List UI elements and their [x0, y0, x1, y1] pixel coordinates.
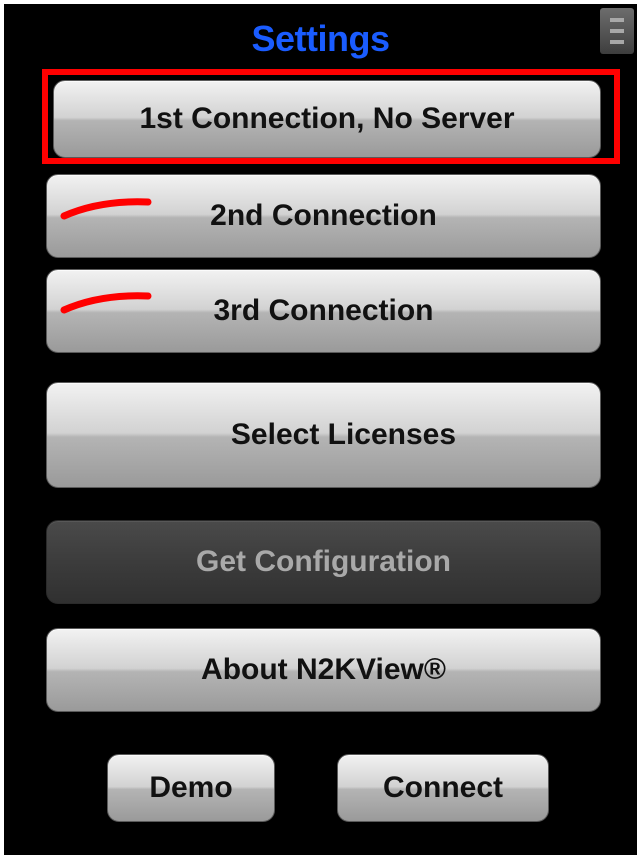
menu-line [610, 29, 624, 33]
settings-screen: Settings 1st Connection, No Server 2nd C… [4, 4, 637, 855]
get-configuration-label: Get Configuration [196, 545, 451, 578]
about-label: About N2KView® [201, 653, 446, 686]
menu-line [610, 40, 624, 44]
connect-button[interactable]: Connect [337, 754, 549, 822]
second-connection-label: 2nd Connection [210, 199, 437, 232]
menu-line [610, 18, 624, 22]
connect-label: Connect [383, 771, 503, 804]
inactive-status-icon [60, 194, 152, 222]
get-configuration-button[interactable]: Get Configuration [46, 520, 601, 604]
select-licenses-label: Select Licenses [230, 418, 457, 451]
page-title: Settings [251, 18, 390, 59]
hamburger-menu-icon[interactable] [600, 8, 634, 54]
selection-highlight [42, 69, 620, 164]
select-licenses-button[interactable]: Select Licenses [46, 382, 601, 488]
third-connection-label: 3rd Connection [213, 294, 434, 327]
about-button[interactable]: About N2KView® [46, 628, 601, 712]
demo-button[interactable]: Demo [107, 754, 275, 822]
demo-label: Demo [149, 771, 233, 804]
inactive-status-icon [60, 288, 152, 316]
